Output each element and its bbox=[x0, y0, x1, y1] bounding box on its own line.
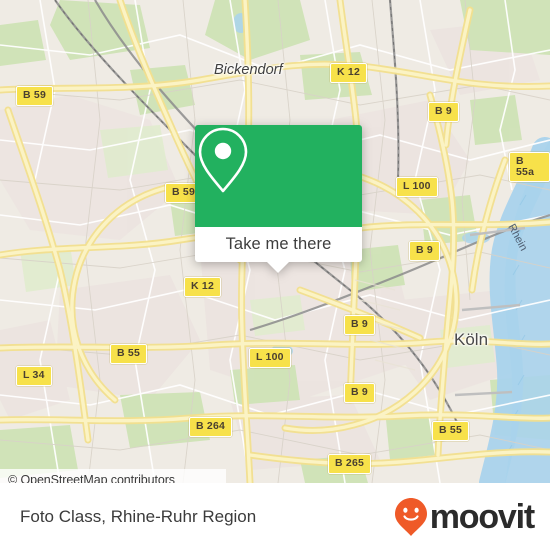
road-shield-b9-top[interactable]: B 9 bbox=[428, 102, 459, 122]
osm-attribution-text[interactable]: © OpenStreetMap contributors bbox=[0, 473, 175, 483]
osm-attribution: © OpenStreetMap contributors bbox=[0, 469, 226, 483]
road-shield-l34[interactable]: L 34 bbox=[16, 366, 52, 386]
moovit-wordmark: moovit bbox=[429, 497, 535, 536]
road-shield-b9-low[interactable]: B 9 bbox=[344, 383, 375, 403]
road-shield-b55-right[interactable]: B 55 bbox=[432, 421, 469, 441]
road-shield-l100-low[interactable]: L 100 bbox=[249, 348, 291, 368]
road-shield-b59-left[interactable]: B 59 bbox=[16, 86, 53, 106]
road-shield-b265[interactable]: B 265 bbox=[328, 454, 372, 474]
map-canvas[interactable]: Bickendorf Köln Rhein B 59 K 12 B 9 B 55… bbox=[0, 0, 550, 483]
place-title: Foto Class, Rhine-Ruhr Region bbox=[20, 506, 257, 526]
take-me-there-label: Take me there bbox=[225, 235, 332, 253]
road-shield-b9-center[interactable]: B 9 bbox=[344, 315, 375, 335]
road-shield-b55-left[interactable]: B 55 bbox=[110, 344, 147, 364]
map-pin-icon bbox=[198, 127, 248, 193]
map-label-koeln: Köln bbox=[454, 330, 489, 349]
moovit-logo[interactable]: moovit bbox=[394, 497, 535, 537]
popup-icon-area bbox=[195, 125, 362, 227]
road-shield-k12-mid[interactable]: K 12 bbox=[184, 277, 221, 297]
road-shield-b9-right[interactable]: B 9 bbox=[409, 241, 440, 261]
footer-bar: Foto Class, Rhine-Ruhr Region moovit bbox=[0, 483, 550, 550]
popup-tail bbox=[266, 261, 290, 273]
map-label-bickendorf: Bickendorf bbox=[214, 62, 283, 78]
road-shield-l100-mid[interactable]: L 100 bbox=[396, 177, 438, 197]
road-shield-k12-top[interactable]: K 12 bbox=[330, 63, 367, 83]
road-shield-b55a[interactable]: B 55a bbox=[509, 152, 550, 182]
location-popup-card[interactable]: Take me there bbox=[195, 125, 362, 273]
moovit-smiley-pin-icon bbox=[394, 497, 427, 536]
popup-action-bar[interactable]: Take me there bbox=[195, 227, 362, 262]
road-shield-b264[interactable]: B 264 bbox=[189, 417, 233, 437]
screenshot-root: Bickendorf Köln Rhein B 59 K 12 B 9 B 55… bbox=[0, 0, 550, 550]
